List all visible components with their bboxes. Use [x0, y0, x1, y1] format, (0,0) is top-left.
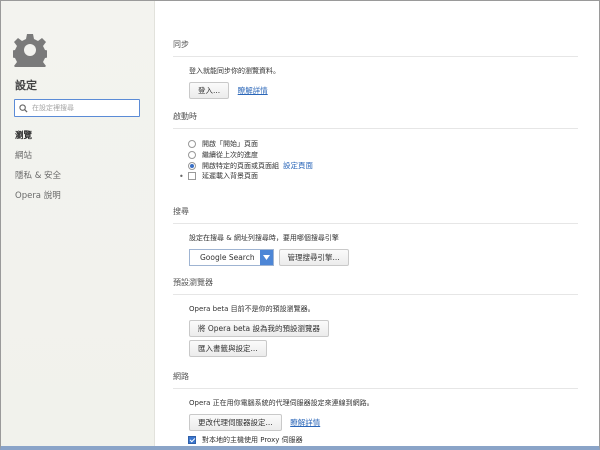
manage-search-engines-button[interactable]: 管理搜尋引擎... [278, 249, 349, 266]
settings-search-field[interactable] [14, 99, 140, 117]
delay-background-tabs-checkbox[interactable] [188, 172, 196, 180]
sidebar-item-privacy-security[interactable]: 隱私 & 安全 [15, 170, 61, 190]
local-proxy-checkbox[interactable] [188, 436, 196, 444]
default-browser-heading: 預設瀏覽器 [173, 277, 578, 295]
sidebar-item-opera-help[interactable]: Opera 說明 [15, 190, 61, 210]
search-icon [19, 103, 28, 113]
radio-continue[interactable] [188, 150, 196, 159]
sync-learn-more-link[interactable]: 瞭解詳情 [238, 86, 268, 95]
startup-option-specific-pages[interactable]: 開啟特定的頁面或頁面組 設定頁面 [188, 160, 578, 171]
radio-specific-pages[interactable] [188, 161, 196, 170]
change-proxy-button[interactable]: 更改代理伺服器設定... [189, 414, 282, 431]
search-description: 設定在搜尋 & 網址列搜尋時，要用哪個搜尋引擎 [189, 234, 339, 242]
network-heading: 網路 [173, 371, 578, 389]
search-section: 搜尋 設定在搜尋 & 網址列搜尋時，要用哪個搜尋引擎 Google Search… [173, 206, 578, 266]
sign-in-button[interactable]: 登入... [189, 82, 230, 99]
sidebar: 設定 瀏覽 網站 隱私 & 安全 Opera 說明 [1, 1, 155, 446]
make-default-browser-button[interactable]: 將 Opera beta 設為我的預設瀏覽器 [189, 320, 330, 337]
search-engine-value: Google Search [200, 253, 255, 262]
local-proxy-option[interactable]: 對本地的主機使用 Proxy 伺服器 [188, 435, 578, 445]
sidebar-item-browser[interactable]: 瀏覽 [15, 130, 61, 150]
sync-section: 同步 登入就能同步你的瀏覽資料。 登入... 瞭解詳情 [173, 39, 578, 99]
network-section: 網路 Opera 正在用你電腦系統的代理伺服器設定來連線到網路。 更改代理伺服器… [173, 371, 578, 445]
settings-main: 同步 登入就能同步你的瀏覽資料。 登入... 瞭解詳情 啟動時 開啟「開始」頁面… [156, 1, 599, 446]
startup-section: 啟動時 開啟「開始」頁面 繼續從上次的進度 開啟特定的頁面或頁面組 設定頁面 •… [173, 111, 578, 181]
startup-option-label: 繼續從上次的進度 [202, 150, 258, 159]
chevron-down-icon [260, 250, 273, 265]
startup-heading: 啟動時 [173, 111, 578, 129]
default-browser-section: 預設瀏覽器 Opera beta 目前不是你的預設瀏覽器。 將 Opera be… [173, 277, 578, 357]
bullet: • [179, 172, 184, 181]
local-proxy-label: 對本地的主機使用 Proxy 伺服器 [202, 436, 303, 444]
sync-description: 登入就能同步你的瀏覽資料。 [189, 67, 280, 75]
search-engine-select[interactable]: Google Search [189, 249, 274, 266]
network-learn-more-link[interactable]: 瞭解詳情 [290, 418, 320, 427]
delay-background-tabs-label: 延遲載入背景頁面 [202, 172, 258, 180]
delay-background-tabs-option[interactable]: 延遲載入背景頁面 [188, 171, 578, 181]
startup-option-label: 開啟「開始」頁面 [202, 139, 258, 148]
set-pages-link[interactable]: 設定頁面 [283, 160, 313, 171]
settings-window: 設定 瀏覽 網站 隱私 & 安全 Opera 說明 同步 登入就能同步你的瀏覽資… [0, 0, 600, 450]
sidebar-nav: 瀏覽 網站 隱私 & 安全 Opera 說明 [15, 130, 61, 210]
page-title: 設定 [15, 79, 37, 92]
startup-option-start-page[interactable]: 開啟「開始」頁面 [188, 138, 578, 149]
radio-start-page[interactable] [188, 139, 196, 148]
import-bookmarks-button[interactable]: 匯入書籤與設定... [189, 340, 267, 357]
default-browser-description: Opera beta 目前不是你的預設瀏覽器。 [189, 305, 315, 313]
startup-option-continue[interactable]: 繼續從上次的進度 [188, 149, 578, 160]
sync-heading: 同步 [173, 39, 578, 57]
startup-option-label: 開啟特定的頁面或頁面組 [202, 161, 279, 170]
gear-icon [13, 34, 47, 67]
sidebar-item-websites[interactable]: 網站 [15, 150, 61, 170]
search-heading: 搜尋 [173, 206, 578, 224]
search-input[interactable] [32, 104, 132, 112]
network-description: Opera 正在用你電腦系統的代理伺服器設定來連線到網路。 [189, 399, 374, 407]
